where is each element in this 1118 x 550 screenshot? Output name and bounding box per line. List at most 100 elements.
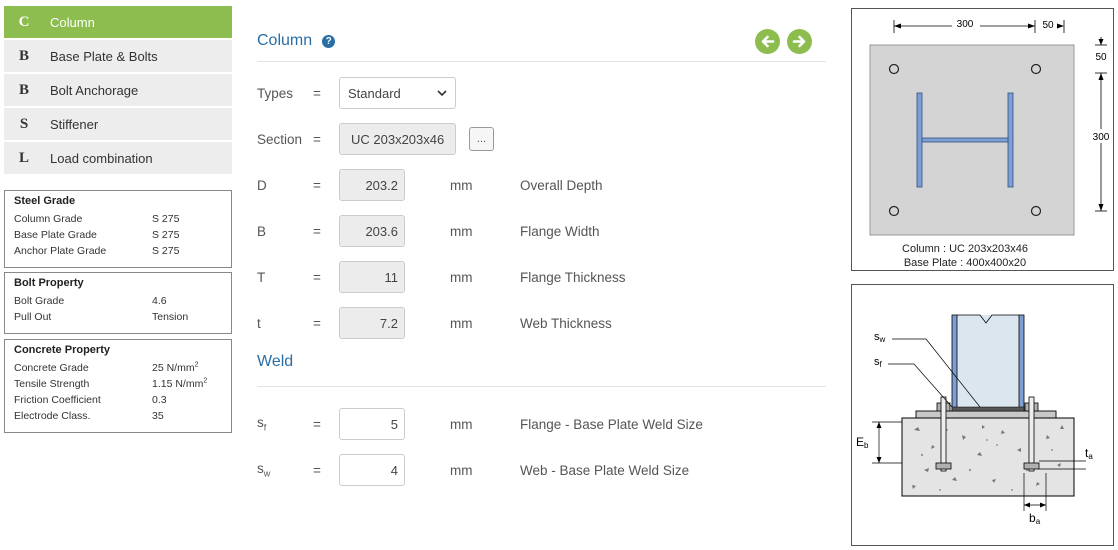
dim-unit: mm	[450, 315, 473, 331]
arrowhead	[1028, 23, 1035, 29]
dim-description: Overall Depth	[520, 177, 603, 193]
weld-symbol: s	[257, 461, 264, 477]
arrowhead	[1098, 204, 1104, 211]
prop-key: Base Plate Grade	[14, 229, 97, 241]
column-flange	[1007, 92, 1014, 188]
sf-label: sf	[874, 356, 883, 369]
equals-sign: =	[313, 416, 321, 432]
flange-thickness-field: 11	[339, 261, 405, 293]
weld-row-sw: sw = 4 mm Web - Base Plate Weld Size	[257, 454, 689, 486]
column-body	[952, 315, 1024, 411]
prop-row: Friction Coefficient 0.3	[14, 392, 223, 408]
prop-value: 35	[152, 410, 164, 422]
anchor-plate	[1023, 462, 1040, 470]
anchor-bolt	[1028, 396, 1035, 472]
dim-row-B: B = 203.6 mm Flange Width	[257, 215, 600, 247]
dim-description: Flange Width	[520, 223, 600, 239]
web-weld-input[interactable]: 4	[339, 454, 405, 486]
prop-row: Anchor Plate Grade S 275	[14, 243, 223, 259]
arrowhead	[894, 23, 901, 29]
nav-letter: C	[18, 13, 30, 30]
column-flange	[951, 314, 958, 412]
prop-row: Column Grade S 275	[14, 211, 223, 227]
left-navigation: C Column B Base Plate & Bolts B Bolt Anc…	[4, 6, 232, 176]
anchor-bolt	[940, 396, 947, 472]
prop-key: Pull Out	[14, 311, 52, 323]
arrowhead	[876, 422, 882, 428]
prop-key: Electrode Class.	[14, 410, 91, 422]
types-select[interactable]: Standard	[339, 77, 456, 109]
weld-label: sf	[257, 415, 313, 433]
weld-title-text: Weld	[257, 353, 294, 370]
ta-label: ta	[1085, 446, 1093, 461]
equals-sign: =	[313, 315, 321, 331]
weld-strip	[951, 406, 1025, 412]
prop-row: Tensile Strength 1.15 N/mm2	[14, 376, 223, 392]
prop-row: Bolt Grade 4.6	[14, 293, 223, 309]
nav-item-bolt-anchorage[interactable]: B Bolt Anchorage	[4, 74, 232, 106]
nav-letter: S	[19, 115, 29, 132]
weld-symbol-subscript: f	[263, 422, 267, 433]
next-button[interactable]	[787, 29, 812, 54]
weld-unit: mm	[450, 462, 473, 478]
concrete-foundation	[901, 417, 1075, 497]
equals-sign: =	[313, 223, 321, 239]
prop-value: S 275	[152, 245, 180, 257]
nav-label: Load combination	[50, 150, 153, 166]
types-label: Types	[257, 85, 294, 101]
equals-sign: =	[313, 85, 321, 101]
nav-label: Base Plate & Bolts	[50, 48, 158, 64]
equals-sign: =	[313, 131, 321, 147]
nav-item-column[interactable]: C Column	[4, 6, 232, 38]
nav-item-load-combination[interactable]: L Load combination	[4, 142, 232, 174]
chevron-down-icon	[437, 89, 447, 96]
prop-row: Electrode Class. 35	[14, 408, 223, 424]
dim-label: T	[257, 269, 266, 285]
dim-row-T: T = 11 mm Flange Thickness	[257, 261, 626, 293]
dim-label-right-300: 300	[1093, 132, 1110, 143]
help-icon[interactable]: ?	[322, 34, 336, 48]
prop-value: Tension	[152, 311, 189, 323]
nav-label: Bolt Anchorage	[50, 82, 139, 98]
arrowhead	[876, 457, 882, 463]
section-row: Section = UC 203x203x46 ...	[257, 123, 494, 155]
column-section-title: Column ?	[257, 32, 336, 50]
nav-item-stiffener[interactable]: S Stiffener	[4, 108, 232, 140]
nav-item-base-plate-bolts[interactable]: B Base Plate & Bolts	[4, 40, 232, 72]
divider	[257, 386, 826, 387]
section-drawing: sw sf Eb ta ba	[856, 314, 1093, 526]
arrow-left-icon	[761, 35, 775, 48]
prop-value: S 275	[152, 229, 180, 241]
bolt-property-box: Bolt Property Bolt Grade 4.6 Pull Out Tens…	[4, 272, 232, 334]
page-arrows	[755, 29, 812, 54]
nav-label: Column	[50, 14, 95, 30]
nav-letter: B	[18, 81, 29, 98]
eb-label: Eb	[856, 435, 869, 450]
weld-row-sf: sf = 5 mm Flange - Base Plate Weld Size	[257, 408, 703, 440]
dim-row-D: D = 203.2 mm Overall Depth	[257, 169, 603, 201]
section-browse-button[interactable]: ...	[469, 127, 494, 151]
prop-key: Anchor Plate Grade	[14, 245, 107, 257]
arrowhead	[1040, 502, 1046, 508]
arrowhead	[1098, 39, 1104, 45]
web-thickness-field: 7.2	[339, 307, 405, 339]
weld-unit: mm	[450, 416, 473, 432]
flange-weld-input[interactable]: 5	[339, 408, 405, 440]
types-selected-value: Standard	[348, 85, 401, 101]
column-title-text: Column	[257, 32, 313, 49]
weld-symbol: s	[257, 415, 264, 431]
types-row: Types = Standard	[257, 77, 456, 109]
prop-value: S 275	[152, 213, 180, 225]
prop-key: Concrete Grade	[14, 362, 89, 374]
arrowhead	[1098, 73, 1104, 80]
prop-value: 1.15 N/mm2	[152, 378, 223, 391]
previous-button[interactable]	[755, 29, 780, 54]
sw-label: sw	[874, 331, 886, 344]
prop-row: Base Plate Grade S 275	[14, 227, 223, 243]
nav-letter: L	[18, 149, 29, 166]
prop-value: 0.3	[152, 394, 167, 406]
flange-width-field: 203.6	[339, 215, 405, 247]
prop-row: Concrete Grade 25 N/mm2	[14, 360, 223, 376]
dim-label: t	[257, 315, 261, 331]
prop-value-text: 1.15 N/mm	[152, 378, 204, 390]
